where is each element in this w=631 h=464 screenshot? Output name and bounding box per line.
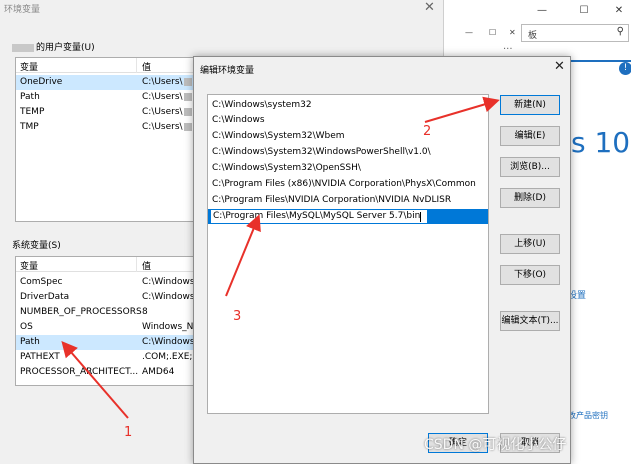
row-name: ComSpec <box>20 277 63 287</box>
edit-text-button[interactable]: 编辑文本(T)... <box>500 311 560 331</box>
path-edit-input[interactable]: C:\Program Files\MySQL\MySQL Server 5.7\… <box>210 209 428 224</box>
table-row[interactable]: NUMBER_OF_PROCESSORS 8 <box>16 305 194 320</box>
close-icon[interactable]: ✕ <box>424 0 435 15</box>
row-name: TEMP <box>20 107 45 117</box>
search-icon: ⚲ <box>616 26 624 37</box>
info-icon: ! <box>619 62 631 75</box>
row-value: Windows_N <box>142 322 194 332</box>
close-icon[interactable]: ✕ <box>606 2 631 20</box>
annotation-label-2: 2 <box>423 124 432 139</box>
row-name: Path <box>20 337 40 347</box>
edit-button[interactable]: 编辑(E) <box>500 126 560 146</box>
inner-maximize-icon[interactable]: ☐ <box>489 28 496 37</box>
path-entry[interactable]: C:\Program Files\NVIDIA Corporation\NVID… <box>208 193 488 208</box>
path-entry-editing[interactable]: C:\Program Files\MySQL\MySQL Server 5.7\… <box>208 209 488 224</box>
more-icon[interactable]: ··· <box>503 44 513 55</box>
path-entry[interactable]: C:\Program Files (x86)\NVIDIA Corporatio… <box>208 177 488 192</box>
path-entry[interactable]: C:\Windows\System32\OpenSSH\ <box>208 161 488 176</box>
annotation-label-3: 3 <box>233 309 242 324</box>
windows-brand-text: s 10 <box>571 126 631 159</box>
system-variables-list[interactable]: 变量 值 ComSpec C:\Windows DriverData C:\Wi… <box>15 256 195 386</box>
path-entries-list[interactable]: C:\Windows\system32 C:\Windows C:\Window… <box>207 94 489 414</box>
env-window-title: 环境变量 <box>4 5 41 15</box>
edit-environment-variable-dialog: 编辑环境变量 ✕ C:\Windows\system32 C:\Windows … <box>193 56 571 464</box>
table-row[interactable]: PATHEXT .COM;.EXE;. <box>16 350 194 365</box>
user-list-header: 变量 值 <box>16 58 194 73</box>
new-button[interactable]: 新建(N) <box>500 95 560 115</box>
user-variables-label-text: 的用户变量(U) <box>36 43 95 53</box>
redacted-username <box>12 43 34 52</box>
table-row-path-selected[interactable]: Path C:\Windows <box>16 335 194 350</box>
annotation-label-1: 1 <box>124 425 133 440</box>
row-name: OS <box>20 322 33 332</box>
close-icon[interactable]: ✕ <box>554 59 565 74</box>
background-titlebar: — ☐ ✕ <box>431 0 631 22</box>
browse-button[interactable]: 浏览(B)... <box>500 157 560 177</box>
path-entry[interactable]: C:\Windows\System32\Wbem <box>208 129 488 144</box>
row-name: DriverData <box>20 292 70 302</box>
system-variables-label: 系统变量(S) <box>12 241 61 251</box>
table-row[interactable]: ComSpec C:\Windows <box>16 275 194 290</box>
path-entry[interactable]: C:\Windows <box>208 113 488 128</box>
row-name: PATHEXT <box>20 352 60 362</box>
header-value[interactable]: 值 <box>142 60 151 73</box>
text-caret <box>420 212 421 222</box>
user-variables-list[interactable]: 变量 值 OneDrive C:\Users\ Path C:\Users\ T… <box>15 57 195 222</box>
edit-dialog-title: 编辑环境变量 <box>200 66 255 76</box>
delete-button[interactable]: 删除(D) <box>500 188 560 208</box>
system-list-header: 变量 值 <box>16 257 194 272</box>
minimize-icon[interactable]: — <box>529 2 555 20</box>
product-key-link[interactable]: 改产品密钥 <box>568 410 608 421</box>
header-variable[interactable]: 变量 <box>20 60 38 73</box>
row-value: .COM;.EXE;. <box>142 352 195 362</box>
table-row[interactable]: DriverData C:\Windows <box>16 290 194 305</box>
table-row[interactable]: PROCESSOR_ARCHITECT... AMD64 <box>16 365 194 380</box>
inner-minimize-icon[interactable]: — <box>465 28 473 37</box>
row-value: C:\Users\ <box>142 77 192 87</box>
row-value: C:\Users\ <box>142 92 192 102</box>
move-up-button[interactable]: 上移(U) <box>500 234 560 254</box>
header-variable[interactable]: 变量 <box>20 259 38 272</box>
move-down-button[interactable]: 下移(O) <box>500 265 560 285</box>
row-name: PROCESSOR_ARCHITECT... <box>20 367 139 377</box>
path-entry[interactable]: C:\Windows\System32\WindowsPowerShell\v1… <box>208 145 488 160</box>
maximize-icon[interactable]: ☐ <box>571 2 597 20</box>
inner-close-icon[interactable]: ✕ <box>509 28 516 37</box>
row-value: AMD64 <box>142 367 175 377</box>
search-placeholder: 板 <box>528 31 538 41</box>
table-row[interactable]: TMP C:\Users\ <box>16 120 194 135</box>
user-variables-label: 的用户变量(U) <box>12 40 95 53</box>
row-name: NUMBER_OF_PROCESSORS <box>20 307 142 317</box>
table-row[interactable]: OS Windows_N <box>16 320 194 335</box>
row-value: 8 <box>142 307 148 317</box>
row-value: C:\Windows <box>142 292 195 302</box>
row-name: Path <box>20 92 40 102</box>
watermark: CSDN @可视化小公仔 <box>424 437 567 453</box>
row-name: TMP <box>20 122 39 132</box>
table-row[interactable]: Path C:\Users\ <box>16 90 194 105</box>
path-entry[interactable]: C:\Windows\system32 <box>208 98 488 113</box>
table-row[interactable]: TEMP C:\Users\ <box>16 105 194 120</box>
row-name: OneDrive <box>20 77 63 87</box>
header-value[interactable]: 值 <box>142 259 151 272</box>
row-value: C:\Users\ <box>142 122 192 132</box>
table-row[interactable]: OneDrive C:\Users\ <box>16 75 194 90</box>
settings-search-input[interactable]: 板 ⚲ <box>521 24 629 42</box>
row-value: C:\Users\ <box>142 107 192 117</box>
row-value: C:\Windows <box>142 277 195 287</box>
row-value: C:\Windows <box>142 337 195 347</box>
